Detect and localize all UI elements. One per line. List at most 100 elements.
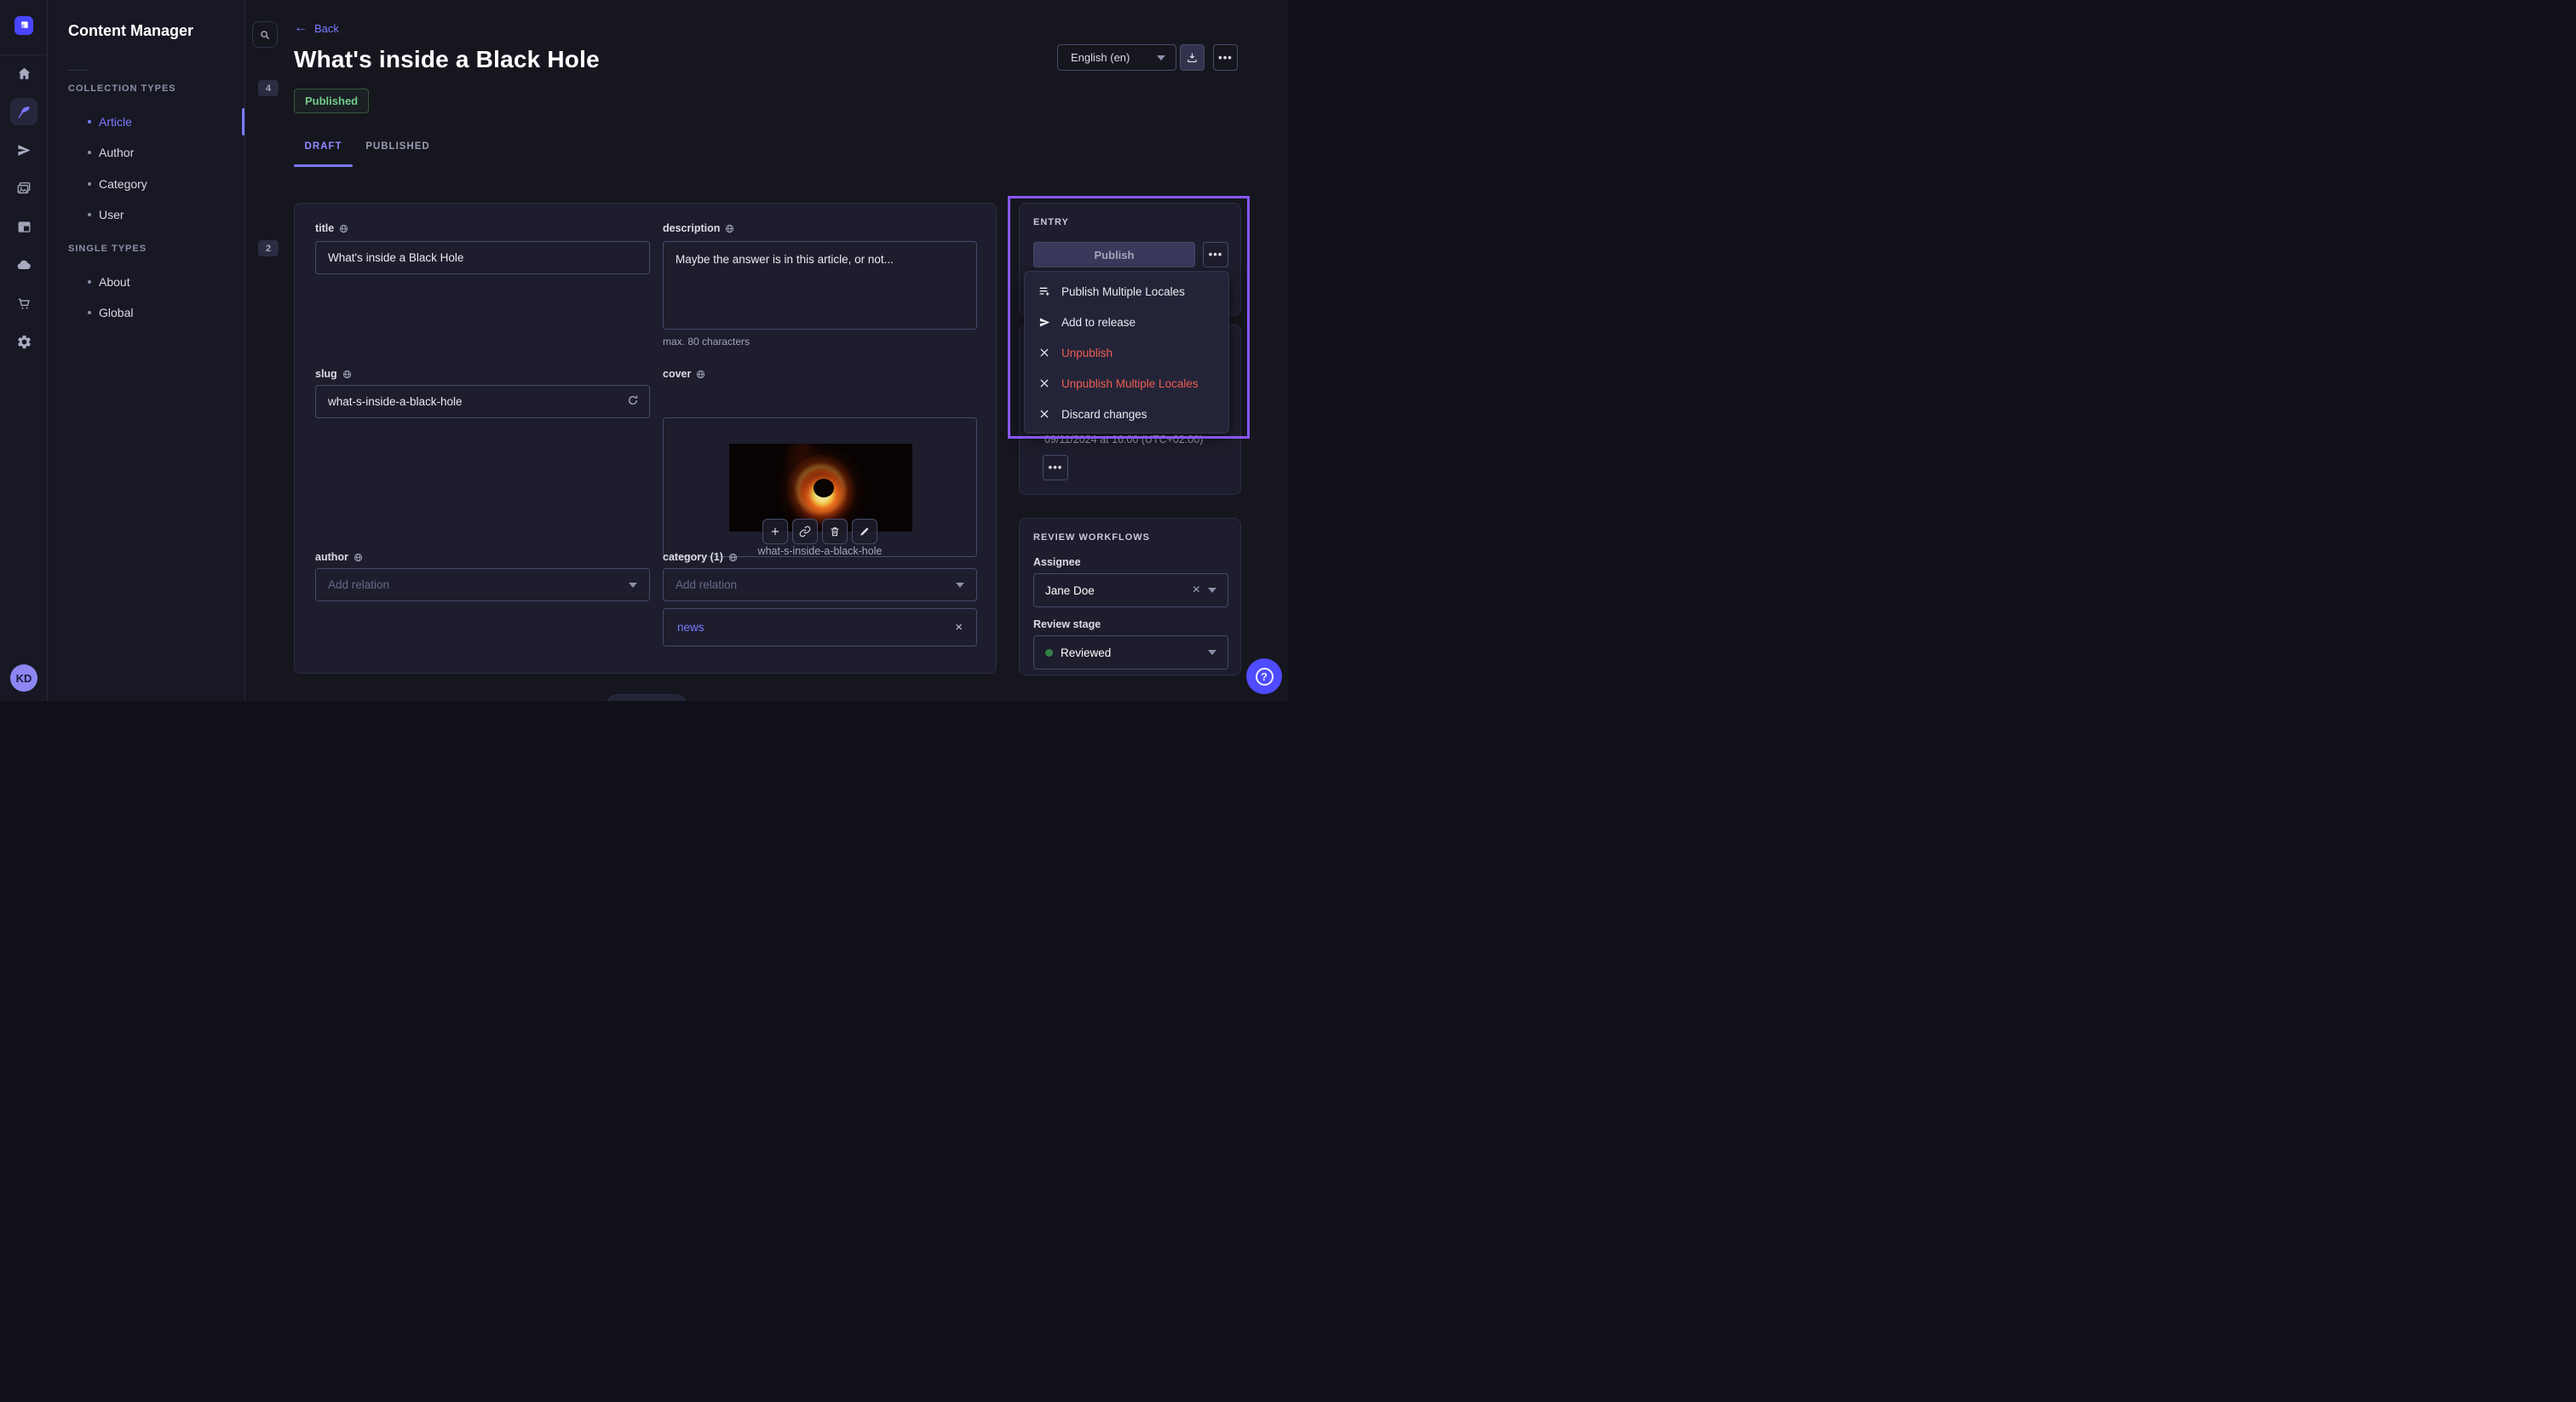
entry-more-button[interactable]: ••• bbox=[1203, 242, 1228, 267]
cover-actions bbox=[664, 519, 976, 544]
active-tab-underline bbox=[294, 164, 353, 167]
slug-input[interactable] bbox=[315, 385, 650, 418]
cover-field: what-s-inside-a-black-hole bbox=[663, 417, 977, 557]
description-textarea[interactable]: Maybe the answer is in this article, or … bbox=[663, 241, 977, 330]
category-relation-item: news × bbox=[663, 608, 977, 646]
layout-icon[interactable] bbox=[10, 213, 37, 240]
chevron-down-icon bbox=[1208, 588, 1216, 593]
globe-icon bbox=[725, 224, 734, 233]
download-icon bbox=[1186, 51, 1199, 64]
menu-item-unpublish-multiple-locales[interactable]: Unpublish Multiple Locales bbox=[1025, 368, 1228, 399]
sidebar-item-label: Author bbox=[99, 146, 134, 159]
list-plus-icon bbox=[1037, 284, 1052, 298]
panel-title: Content Manager bbox=[68, 22, 193, 40]
title-field-label: title bbox=[315, 222, 348, 234]
cross-icon bbox=[1037, 408, 1052, 420]
header-more-button[interactable]: ••• bbox=[1213, 44, 1238, 71]
review-workflows-title: REVIEW WORKFLOWS bbox=[1033, 532, 1227, 543]
entry-form-card: title description Maybe the answer is in… bbox=[294, 203, 997, 674]
app-window: KD Content Manager COLLECTION TYPES 4 Ar… bbox=[0, 0, 1288, 701]
menu-item-label: Discard changes bbox=[1061, 408, 1147, 421]
search-icon bbox=[259, 29, 271, 41]
bullet-icon bbox=[88, 120, 91, 124]
clear-icon[interactable]: × bbox=[1193, 583, 1200, 598]
back-link[interactable]: ← Back bbox=[294, 21, 339, 35]
back-label: Back bbox=[314, 22, 339, 35]
media-library-icon[interactable] bbox=[10, 175, 37, 202]
bullet-icon bbox=[88, 311, 91, 314]
menu-item-publish-multiple-locales[interactable]: Publish Multiple Locales bbox=[1025, 276, 1228, 307]
home-icon[interactable] bbox=[10, 60, 37, 87]
publish-button[interactable]: Publish bbox=[1033, 242, 1195, 267]
add-asset-button[interactable] bbox=[762, 519, 788, 544]
review-stage-select[interactable]: Reviewed bbox=[1033, 635, 1228, 669]
tab-published[interactable]: PUBLISHED bbox=[361, 141, 434, 165]
author-relation-select[interactable]: Add relation bbox=[315, 568, 650, 601]
cloud-icon[interactable] bbox=[10, 251, 37, 279]
category-relation-select[interactable]: Add relation bbox=[663, 568, 977, 601]
menu-item-label: Unpublish Multiple Locales bbox=[1061, 377, 1199, 390]
panel-divider bbox=[68, 70, 89, 71]
menu-item-unpublish[interactable]: Unpublish bbox=[1025, 337, 1228, 368]
cross-icon bbox=[1037, 347, 1052, 359]
stage-dot-icon bbox=[1045, 649, 1053, 657]
sidebar-item-author[interactable]: Author bbox=[48, 137, 245, 168]
description-field-label: description bbox=[663, 222, 734, 234]
delete-asset-button[interactable] bbox=[822, 519, 848, 544]
sidebar-item-label: Article bbox=[99, 115, 132, 129]
single-types-count: 2 bbox=[258, 240, 279, 256]
rail-nav bbox=[0, 60, 48, 355]
export-button[interactable] bbox=[1180, 44, 1205, 71]
paper-plane-icon bbox=[1037, 316, 1052, 329]
scheduled-more-button[interactable]: ••• bbox=[1043, 455, 1068, 480]
chevron-down-icon bbox=[956, 583, 964, 588]
edit-asset-button[interactable] bbox=[852, 519, 877, 544]
cross-icon bbox=[1037, 377, 1052, 389]
paper-plane-icon[interactable] bbox=[10, 136, 37, 164]
sidebar-item-user[interactable]: User bbox=[48, 199, 245, 230]
sidebar-item-label: User bbox=[99, 208, 124, 221]
menu-item-add-to-release[interactable]: Add to release bbox=[1025, 307, 1228, 337]
bullet-icon bbox=[88, 213, 91, 216]
user-avatar[interactable]: KD bbox=[10, 664, 37, 692]
tab-draft[interactable]: DRAFT bbox=[294, 141, 353, 165]
assignee-select[interactable]: Jane Doe × bbox=[1033, 573, 1228, 607]
sidebar-item-label: About bbox=[99, 275, 130, 289]
collection-types-header: COLLECTION TYPES bbox=[68, 83, 176, 94]
title-input[interactable] bbox=[315, 241, 650, 274]
bullet-icon bbox=[88, 280, 91, 284]
content-manager-panel: Content Manager COLLECTION TYPES 4 Artic… bbox=[48, 0, 245, 701]
chevron-down-icon bbox=[1157, 55, 1165, 60]
chevron-down-icon bbox=[629, 583, 637, 588]
relation-link[interactable]: news bbox=[677, 621, 704, 634]
sidebar-item-about[interactable]: About bbox=[48, 267, 245, 297]
locale-select[interactable]: English (en) bbox=[1057, 44, 1176, 71]
collapsed-panel-pill[interactable] bbox=[606, 694, 687, 701]
description-hint: max. 80 characters bbox=[663, 336, 750, 348]
strapi-logo-icon[interactable] bbox=[14, 16, 33, 35]
cart-icon[interactable] bbox=[10, 290, 37, 317]
stage-value: Reviewed bbox=[1061, 646, 1111, 659]
entry-panel-title: ENTRY bbox=[1033, 217, 1227, 227]
copy-link-button[interactable] bbox=[792, 519, 818, 544]
assignee-label: Assignee bbox=[1033, 556, 1081, 568]
feather-icon[interactable] bbox=[10, 98, 37, 125]
sidebar-item-global[interactable]: Global bbox=[48, 297, 245, 328]
chevron-down-icon bbox=[1208, 650, 1216, 655]
cover-field-label: cover bbox=[663, 368, 705, 380]
scheduled-date: 09/11/2024 at 16:00 (UTC+02:00) bbox=[1044, 434, 1203, 445]
review-stage-label: Review stage bbox=[1033, 618, 1101, 630]
menu-item-label: Publish Multiple Locales bbox=[1061, 285, 1185, 298]
remove-relation-icon[interactable]: × bbox=[955, 620, 963, 635]
search-button[interactable] bbox=[252, 21, 278, 48]
status-badge: Published bbox=[294, 89, 369, 113]
author-field-label: author bbox=[315, 551, 363, 563]
sidebar-item-label: Global bbox=[99, 306, 133, 319]
help-button[interactable]: ? bbox=[1246, 658, 1282, 694]
menu-item-discard-changes[interactable]: Discard changes bbox=[1025, 399, 1228, 429]
globe-icon bbox=[339, 224, 348, 233]
sidebar-item-category[interactable]: Category bbox=[48, 169, 245, 199]
sidebar-item-article[interactable]: Article bbox=[48, 106, 245, 137]
regenerate-icon[interactable] bbox=[626, 394, 640, 407]
gear-icon[interactable] bbox=[10, 328, 37, 355]
